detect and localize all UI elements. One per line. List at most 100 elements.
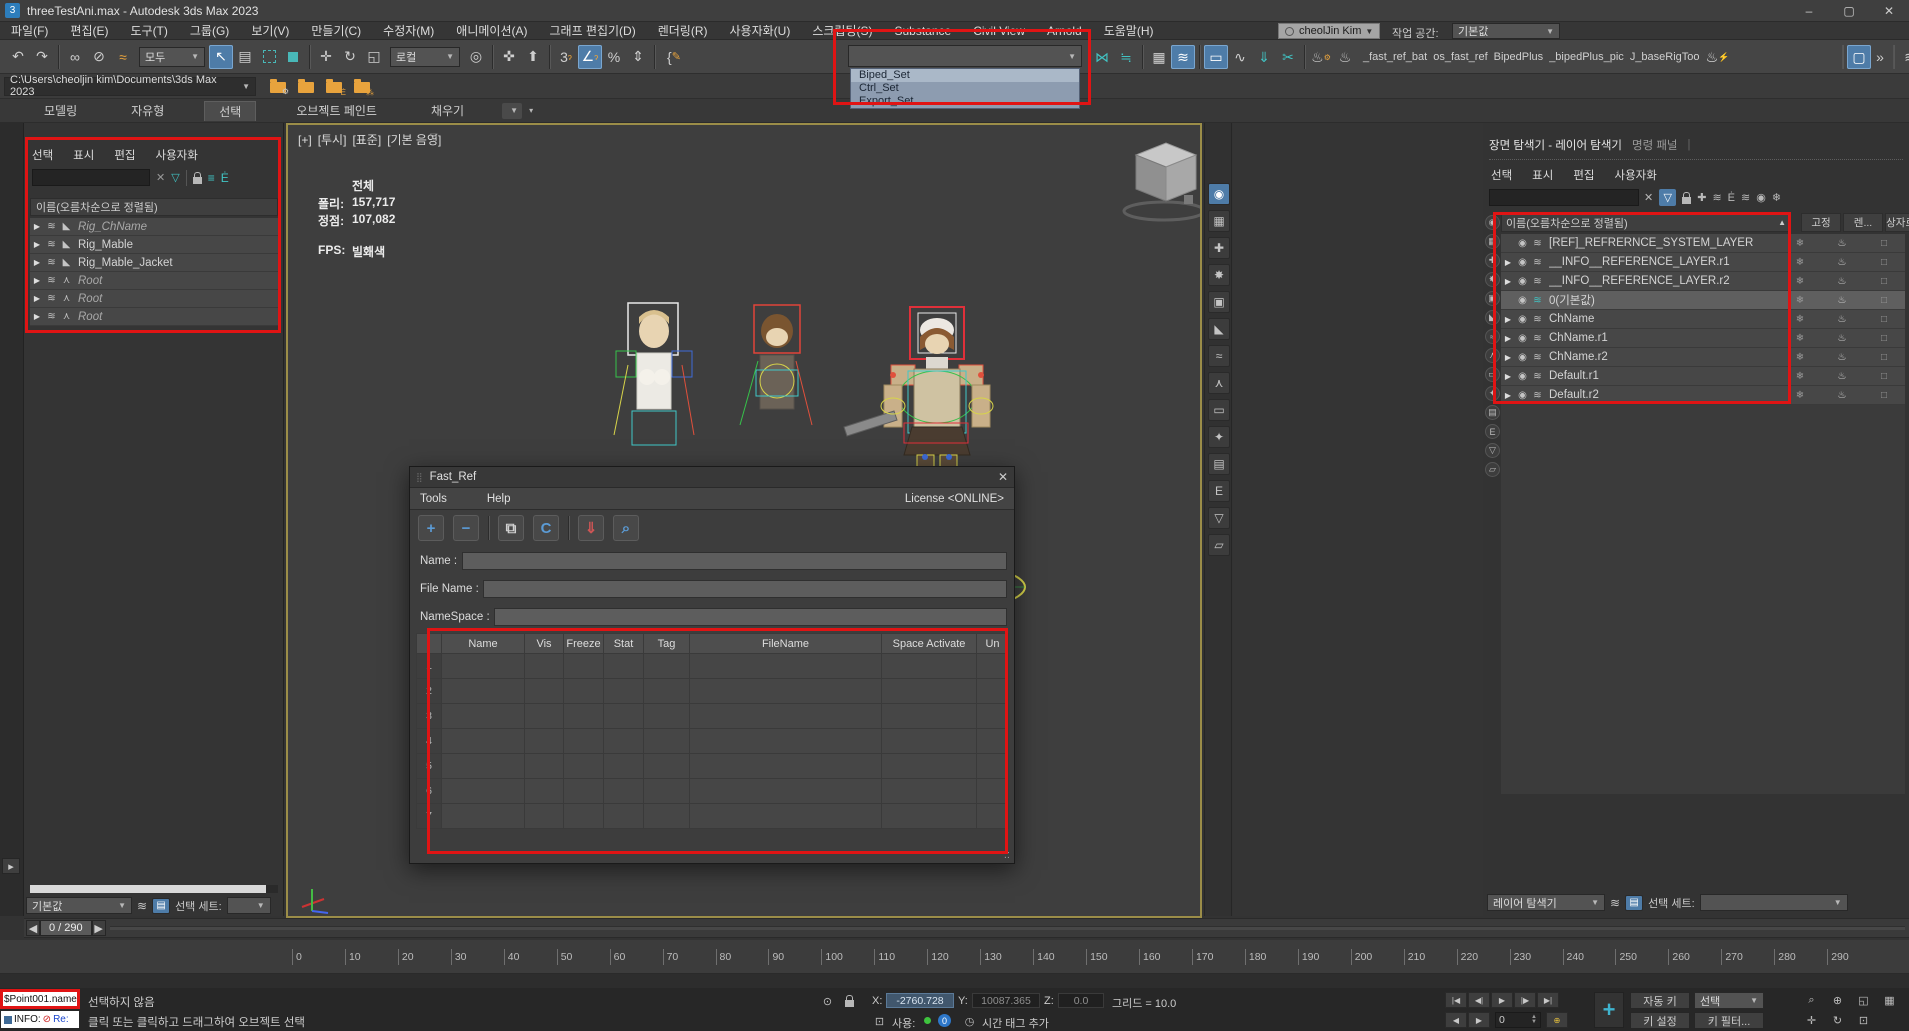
eye-icon[interactable]: ◉ [1515, 314, 1530, 325]
align-icon[interactable]: ≒ [1114, 45, 1138, 69]
table-header-7[interactable]: Space Activate [882, 634, 977, 654]
current-frame-field[interactable]: 0 ▲▼ [1495, 1012, 1541, 1028]
script-button-2[interactable]: BipedPlus [1494, 51, 1544, 63]
ruler-tick-110[interactable]: 110 [874, 949, 927, 965]
clear-search-icon[interactable]: ✕ [1644, 191, 1653, 204]
use-pivot-center-icon[interactable]: ◎ [464, 45, 488, 69]
reference-table[interactable]: NameVisFreezeStatTagFileNameSpace Activa… [416, 633, 1009, 829]
ruler-tick-0[interactable]: 0 [292, 949, 345, 965]
bones-filter-icon[interactable]: ⋏ [1208, 372, 1230, 394]
left-menu-2[interactable]: 편집 [114, 147, 135, 163]
display-all-icon[interactable]: ◉ [1485, 215, 1500, 230]
menu-15[interactable]: 도움말(H) [1093, 22, 1165, 39]
script-button-1[interactable]: os_fast_ref [1433, 51, 1487, 63]
mirror-icon[interactable]: ⋈ [1090, 45, 1114, 69]
table-row[interactable]: 1 [417, 654, 1009, 679]
ribbon-tab-2[interactable]: 선택 [204, 101, 256, 121]
display-panel-icon[interactable]: ▤ [1485, 405, 1500, 420]
maximize-button[interactable]: ▢ [1829, 0, 1869, 21]
bind-to-space-warp-icon[interactable]: ≈ [111, 45, 135, 69]
project-settings-icon[interactable]: ⚙ [270, 82, 286, 93]
menu-3[interactable]: 그룹(G) [179, 22, 240, 39]
menu-10[interactable]: 사용자화(U) [719, 22, 802, 39]
go-to-end-button[interactable]: ▶| [1537, 992, 1559, 1008]
degradation-icon[interactable]: ⊡ [872, 1014, 887, 1029]
eye-icon[interactable]: ◉ [1515, 371, 1530, 382]
select-by-name-icon[interactable]: ▤ [233, 45, 257, 69]
minimize-button[interactable]: – [1789, 0, 1829, 21]
project-path-dropdown[interactable]: C:\Users\cheoljin kim\Documents\3ds Max … [4, 77, 256, 96]
snap-toggle-3d-icon[interactable]: 3ɂ [554, 45, 578, 69]
collect-button[interactable]: C [533, 515, 559, 541]
import-button[interactable]: ⇓ [578, 515, 604, 541]
key-prev-button[interactable]: ◀ [1445, 1012, 1467, 1028]
zoom-all-icon[interactable]: ⊕ [1830, 993, 1845, 1008]
search-input[interactable] [1489, 189, 1639, 206]
go-to-start-button[interactable]: |◀ [1445, 992, 1467, 1008]
track-bar[interactable]: 0102030405060708090100110120130140150160… [0, 940, 1909, 974]
box-mode-icon[interactable]: □ [1863, 276, 1905, 287]
freeze-icon[interactable]: ❄ [1779, 276, 1821, 287]
render-icon[interactable]: ♨ [1821, 314, 1863, 325]
column-header-1[interactable]: 렌... [1843, 213, 1883, 232]
menu-14[interactable]: Arnold [1036, 22, 1093, 39]
render-setup-icon[interactable]: ♨⚙ [1309, 45, 1333, 69]
ruler-tick-20[interactable]: 20 [398, 949, 451, 965]
freeze-icon[interactable]: ❄ [1779, 257, 1821, 268]
menu-11[interactable]: 스크립팅(S) [801, 22, 883, 39]
name-column-header[interactable]: 이름(오름차순으로 정렬됨) ▲ [1501, 213, 1791, 232]
box-mode-icon[interactable]: □ [1863, 333, 1905, 344]
table-header-3[interactable]: Freeze [564, 634, 604, 654]
keyboard-shortcut-override-icon[interactable]: ⬆ [521, 45, 545, 69]
time-slider[interactable]: ◀ 0 / 290 ▶ [24, 918, 1909, 938]
play-button[interactable]: ▶ [1491, 992, 1513, 1008]
selection-filter-dropdown[interactable]: 모두▼ [139, 47, 205, 67]
layer-row-5[interactable]: ▶◉≋ChName.r1❄♨□ [1501, 329, 1905, 348]
space-warps-filter-icon[interactable]: ≈ [1208, 345, 1230, 367]
ruler-tick-50[interactable]: 50 [557, 949, 610, 965]
script-button-4[interactable]: J_baseRigToo [1630, 51, 1700, 63]
percent-snap-icon[interactable]: % [602, 45, 626, 69]
ribbon-tab-1[interactable]: 자유형 [117, 101, 178, 121]
ruler-tick-120[interactable]: 120 [927, 949, 980, 965]
display-panel-icon[interactable]: ▤ [1208, 453, 1230, 475]
shapes-filter-icon[interactable]: ✚ [1208, 237, 1230, 259]
table-header-5[interactable]: Tag [644, 634, 690, 654]
table-row[interactable]: 3 [417, 704, 1009, 729]
select-and-scale-icon[interactable]: ◱ [362, 45, 386, 69]
menu-1[interactable]: 편집(E) [59, 22, 119, 39]
layers-stack-icon[interactable]: ≋ [1898, 45, 1909, 69]
selection-set-dropdown[interactable]: ▼ [1700, 894, 1848, 911]
filter-panel-icon[interactable]: ▽ [1485, 443, 1500, 458]
zoom-icon[interactable]: ⌕ [1804, 993, 1819, 1008]
project-open-icon[interactable] [298, 82, 314, 93]
select-and-manipulate-icon[interactable]: ✜ [497, 45, 521, 69]
layer-row-6[interactable]: ▶◉≋ChName.r2❄♨□ [1501, 348, 1905, 367]
ruler-tick-130[interactable]: 130 [980, 949, 1033, 965]
time-slider-handle[interactable]: 0 / 290 [40, 920, 92, 936]
containers-filter-icon[interactable]: ▭ [1485, 367, 1500, 382]
search-input[interactable] [32, 169, 150, 186]
expand-arrow-icon[interactable]: ▶ [1501, 315, 1515, 324]
table-row[interactable]: 7 [417, 804, 1009, 829]
maximize-viewport-toggle-icon[interactable]: ⊡ [1856, 1013, 1871, 1028]
filter-icon[interactable]: ▽ [1659, 189, 1676, 206]
ruler-tick-290[interactable]: 290 [1827, 949, 1880, 965]
schematic-view-icon[interactable]: ⇓ [1252, 45, 1276, 69]
dialog-menu-0[interactable]: Tools [420, 493, 447, 505]
filter-icon[interactable]: ▽ [171, 171, 179, 184]
nest-layer-icon[interactable]: Ė [1728, 192, 1735, 204]
explorer-mode-icon[interactable]: ▤ [1625, 895, 1643, 911]
freeze-icon[interactable]: ❄ [1779, 238, 1821, 249]
pan-icon[interactable]: ✛ [1804, 1013, 1819, 1028]
ruler-tick-100[interactable]: 100 [821, 949, 874, 965]
cameras-filter-icon[interactable]: ▣ [1208, 291, 1230, 313]
ruler-tick-10[interactable]: 10 [345, 949, 398, 965]
render-icon[interactable]: ♨ [1821, 238, 1863, 249]
expand-arrow-icon[interactable]: ▶ [30, 294, 44, 303]
window-crossing-icon[interactable] [281, 45, 305, 69]
selection-lock-icon[interactable] [845, 1000, 854, 1007]
expand-panel-button[interactable]: ▸ [2, 858, 20, 874]
nest-layer-icon[interactable]: Ė [221, 171, 229, 185]
ruler-tick-220[interactable]: 220 [1457, 949, 1510, 965]
